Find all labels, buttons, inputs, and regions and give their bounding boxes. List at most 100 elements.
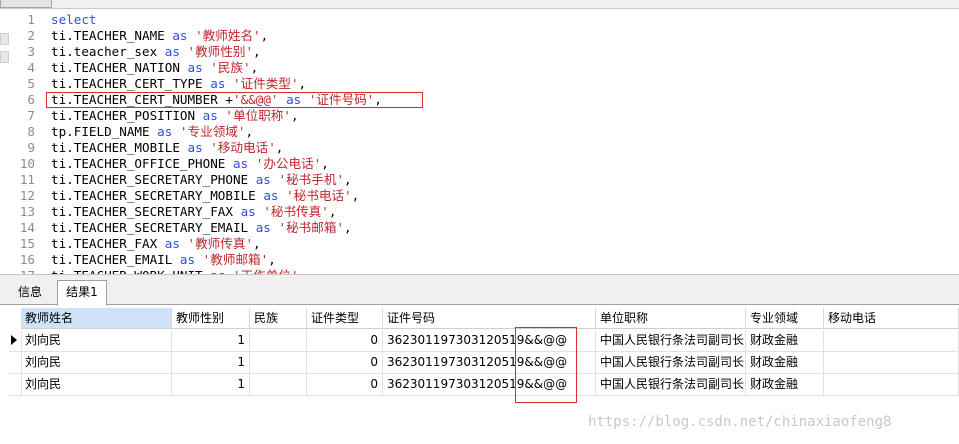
- sql-string: '秘书电话': [286, 188, 352, 203]
- sql-identifier: [195, 252, 203, 267]
- column-header[interactable]: 民族: [250, 308, 307, 329]
- table-cell[interactable]: [824, 374, 959, 396]
- sql-identifier: ,: [328, 204, 337, 219]
- code-text: ti.TEACHER_EMAIL as '教师邮箱',: [51, 252, 276, 268]
- sql-identifier: ,: [245, 124, 254, 139]
- table-cell[interactable]: 0: [307, 352, 383, 374]
- table-cell[interactable]: 0: [307, 330, 383, 352]
- table-cell[interactable]: 中国人民银行条法司副司长: [596, 330, 746, 352]
- column-header[interactable]: 移动电话: [824, 308, 959, 329]
- column-header[interactable]: 证件号码: [383, 308, 596, 329]
- sql-identifier: ,: [344, 172, 352, 187]
- code-line[interactable]: 15 ti.TEACHER_FAX as '教师传真',: [0, 236, 959, 252]
- query-editor-tab[interactable]: [0, 0, 52, 8]
- sql-identifier: ,: [275, 140, 284, 155]
- sql-string: '秘书传真': [263, 204, 329, 219]
- code-line[interactable]: 5 ti.TEACHER_CERT_TYPE as '证件类型',: [0, 76, 959, 92]
- column-header[interactable]: 教师性别: [172, 308, 250, 329]
- tab-result1[interactable]: 结果1: [57, 280, 107, 306]
- table-cell[interactable]: 1: [172, 352, 250, 374]
- code-line[interactable]: 8 tp.FIELD_NAME as '专业领域',: [0, 124, 959, 140]
- sql-identifier: ti.TEACHER_OFFICE_PHONE: [51, 156, 233, 171]
- sql-identifier: ,: [298, 76, 307, 91]
- sql-string: '教师邮箱': [202, 252, 269, 267]
- column-header[interactable]: 单位职称: [596, 308, 746, 329]
- column-header[interactable]: 教师姓名: [21, 308, 172, 329]
- sql-keyword: as: [210, 76, 226, 91]
- cell-value: 0: [370, 355, 378, 369]
- table-cell[interactable]: 刘向民: [21, 374, 172, 396]
- sql-keyword: as: [263, 188, 279, 203]
- sql-identifier: ti.TEACHER_POSITION: [51, 108, 203, 123]
- table-cell[interactable]: 中国人民银行条法司副司长: [596, 374, 746, 396]
- cell-value: 1: [237, 377, 245, 391]
- code-line[interactable]: 14 ti.TEACHER_SECRETARY_EMAIL as '秘书邮箱',: [0, 220, 959, 236]
- table-cell[interactable]: [824, 352, 959, 374]
- sql-keyword: select: [51, 12, 97, 27]
- line-number: 3: [27, 44, 35, 59]
- sql-identifier: [180, 44, 188, 59]
- result-tabs: 信息 结果1: [0, 280, 959, 306]
- sql-identifier: ti.teacher_sex: [51, 44, 165, 59]
- cell-value: 0: [370, 333, 378, 347]
- table-row[interactable]: 刘向民 1 0 362301197303120519&&@@ 中国人民银行条法司副司长财…: [9, 374, 959, 396]
- table-cell[interactable]: 财政金融: [746, 330, 824, 352]
- code-line[interactable]: 2 ti.TEACHER_NAME as '教师姓名',: [0, 28, 959, 44]
- sql-keyword: as: [255, 220, 271, 235]
- sql-identifier: ti.TEACHER_EMAIL: [51, 252, 180, 267]
- annotation-box-line-6: [46, 92, 423, 108]
- cell-value: 1: [237, 333, 245, 347]
- table-cell[interactable]: [250, 330, 307, 352]
- sql-identifier: ti.TEACHER_SECRETARY_EMAIL: [51, 220, 256, 235]
- sql-editor[interactable]: 1 select 2 ti.TEACHER_NAME as '教师姓名', 3 ti.te…: [0, 9, 959, 274]
- table-cell[interactable]: [250, 352, 307, 374]
- table-cell[interactable]: [250, 374, 307, 396]
- code-line[interactable]: 10 ti.TEACHER_OFFICE_PHONE as '办公电话',: [0, 156, 959, 172]
- code-line[interactable]: 1 select: [0, 12, 959, 28]
- cell-value: 刘向民: [25, 333, 62, 347]
- code-line[interactable]: 4 ti.TEACHER_NATION as '民族',: [0, 60, 959, 76]
- cell-value: [824, 333, 832, 347]
- code-line[interactable]: 11 ti.TEACHER_SECRETARY_PHONE as '秘书手机',: [0, 172, 959, 188]
- tab-info[interactable]: 信息: [10, 281, 50, 303]
- table-row[interactable]: 刘向民 1 0 362301197303120519&&@@ 中国人民银行条法司副司长财…: [9, 330, 959, 352]
- sql-string: '秘书邮箱': [278, 220, 345, 235]
- code-line[interactable]: 7 ti.TEACHER_POSITION as '单位职称',: [0, 108, 959, 124]
- table-cell[interactable]: 中国人民银行条法司副司长: [596, 352, 746, 374]
- code-text: ti.TEACHER_OFFICE_PHONE as '办公电话',: [51, 156, 329, 172]
- table-cell[interactable]: 财政金融: [746, 374, 824, 396]
- code-line[interactable]: 9 ti.TEACHER_MOBILE as '移动电话',: [0, 140, 959, 156]
- table-cell[interactable]: 刘向民: [21, 352, 172, 374]
- code-line[interactable]: 3 ti.teacher_sex as '教师性别',: [0, 44, 959, 60]
- sql-identifier: ,: [321, 156, 329, 171]
- line-number: 2: [27, 28, 35, 43]
- code-text: ti.TEACHER_POSITION as '单位职称',: [51, 108, 299, 124]
- table-cell[interactable]: 财政金融: [746, 352, 824, 374]
- code-line[interactable]: 16 ti.TEACHER_EMAIL as '教师邮箱',: [0, 252, 959, 268]
- table-cell[interactable]: 1: [172, 330, 250, 352]
- table-row[interactable]: 刘向民 1 0 362301197303120519&&@@ 中国人民银行条法司副司长财…: [9, 352, 959, 374]
- code-line[interactable]: 13 ti.TEACHER_SECRETARY_FAX as '秘书传真',: [0, 204, 959, 220]
- column-header-label: 证件类型: [311, 311, 360, 325]
- code-text: ti.TEACHER_SECRETARY_MOBILE as '秘书电话',: [51, 188, 359, 204]
- column-header[interactable]: 证件类型: [307, 308, 383, 329]
- sql-identifier: ,: [268, 252, 276, 267]
- sql-string: '证件类型': [233, 76, 299, 91]
- sql-identifier: ti.TEACHER_MOBILE: [51, 140, 188, 155]
- code-text: select: [51, 12, 97, 28]
- cell-value: [824, 355, 832, 369]
- table-cell[interactable]: 1: [172, 374, 250, 396]
- code-line[interactable]: 12 ti.TEACHER_SECRETARY_MOBILE as '秘书电话',: [0, 188, 959, 204]
- sql-keyword: as: [157, 124, 173, 139]
- table-cell[interactable]: 刘向民: [21, 330, 172, 352]
- code-text: ti.TEACHER_CERT_TYPE as '证件类型',: [51, 76, 306, 92]
- top-toolbar: [0, 0, 959, 9]
- sql-string: '教师姓名': [195, 28, 261, 43]
- table-cell[interactable]: 0: [307, 374, 383, 396]
- sql-identifier: ,: [253, 44, 261, 59]
- column-header[interactable]: 专业领域: [746, 308, 824, 329]
- sql-string: '民族': [210, 60, 251, 75]
- sql-keyword: as: [179, 252, 196, 267]
- code-text: ti.TEACHER_NATION as '民族',: [51, 60, 258, 76]
- table-cell[interactable]: [824, 330, 959, 352]
